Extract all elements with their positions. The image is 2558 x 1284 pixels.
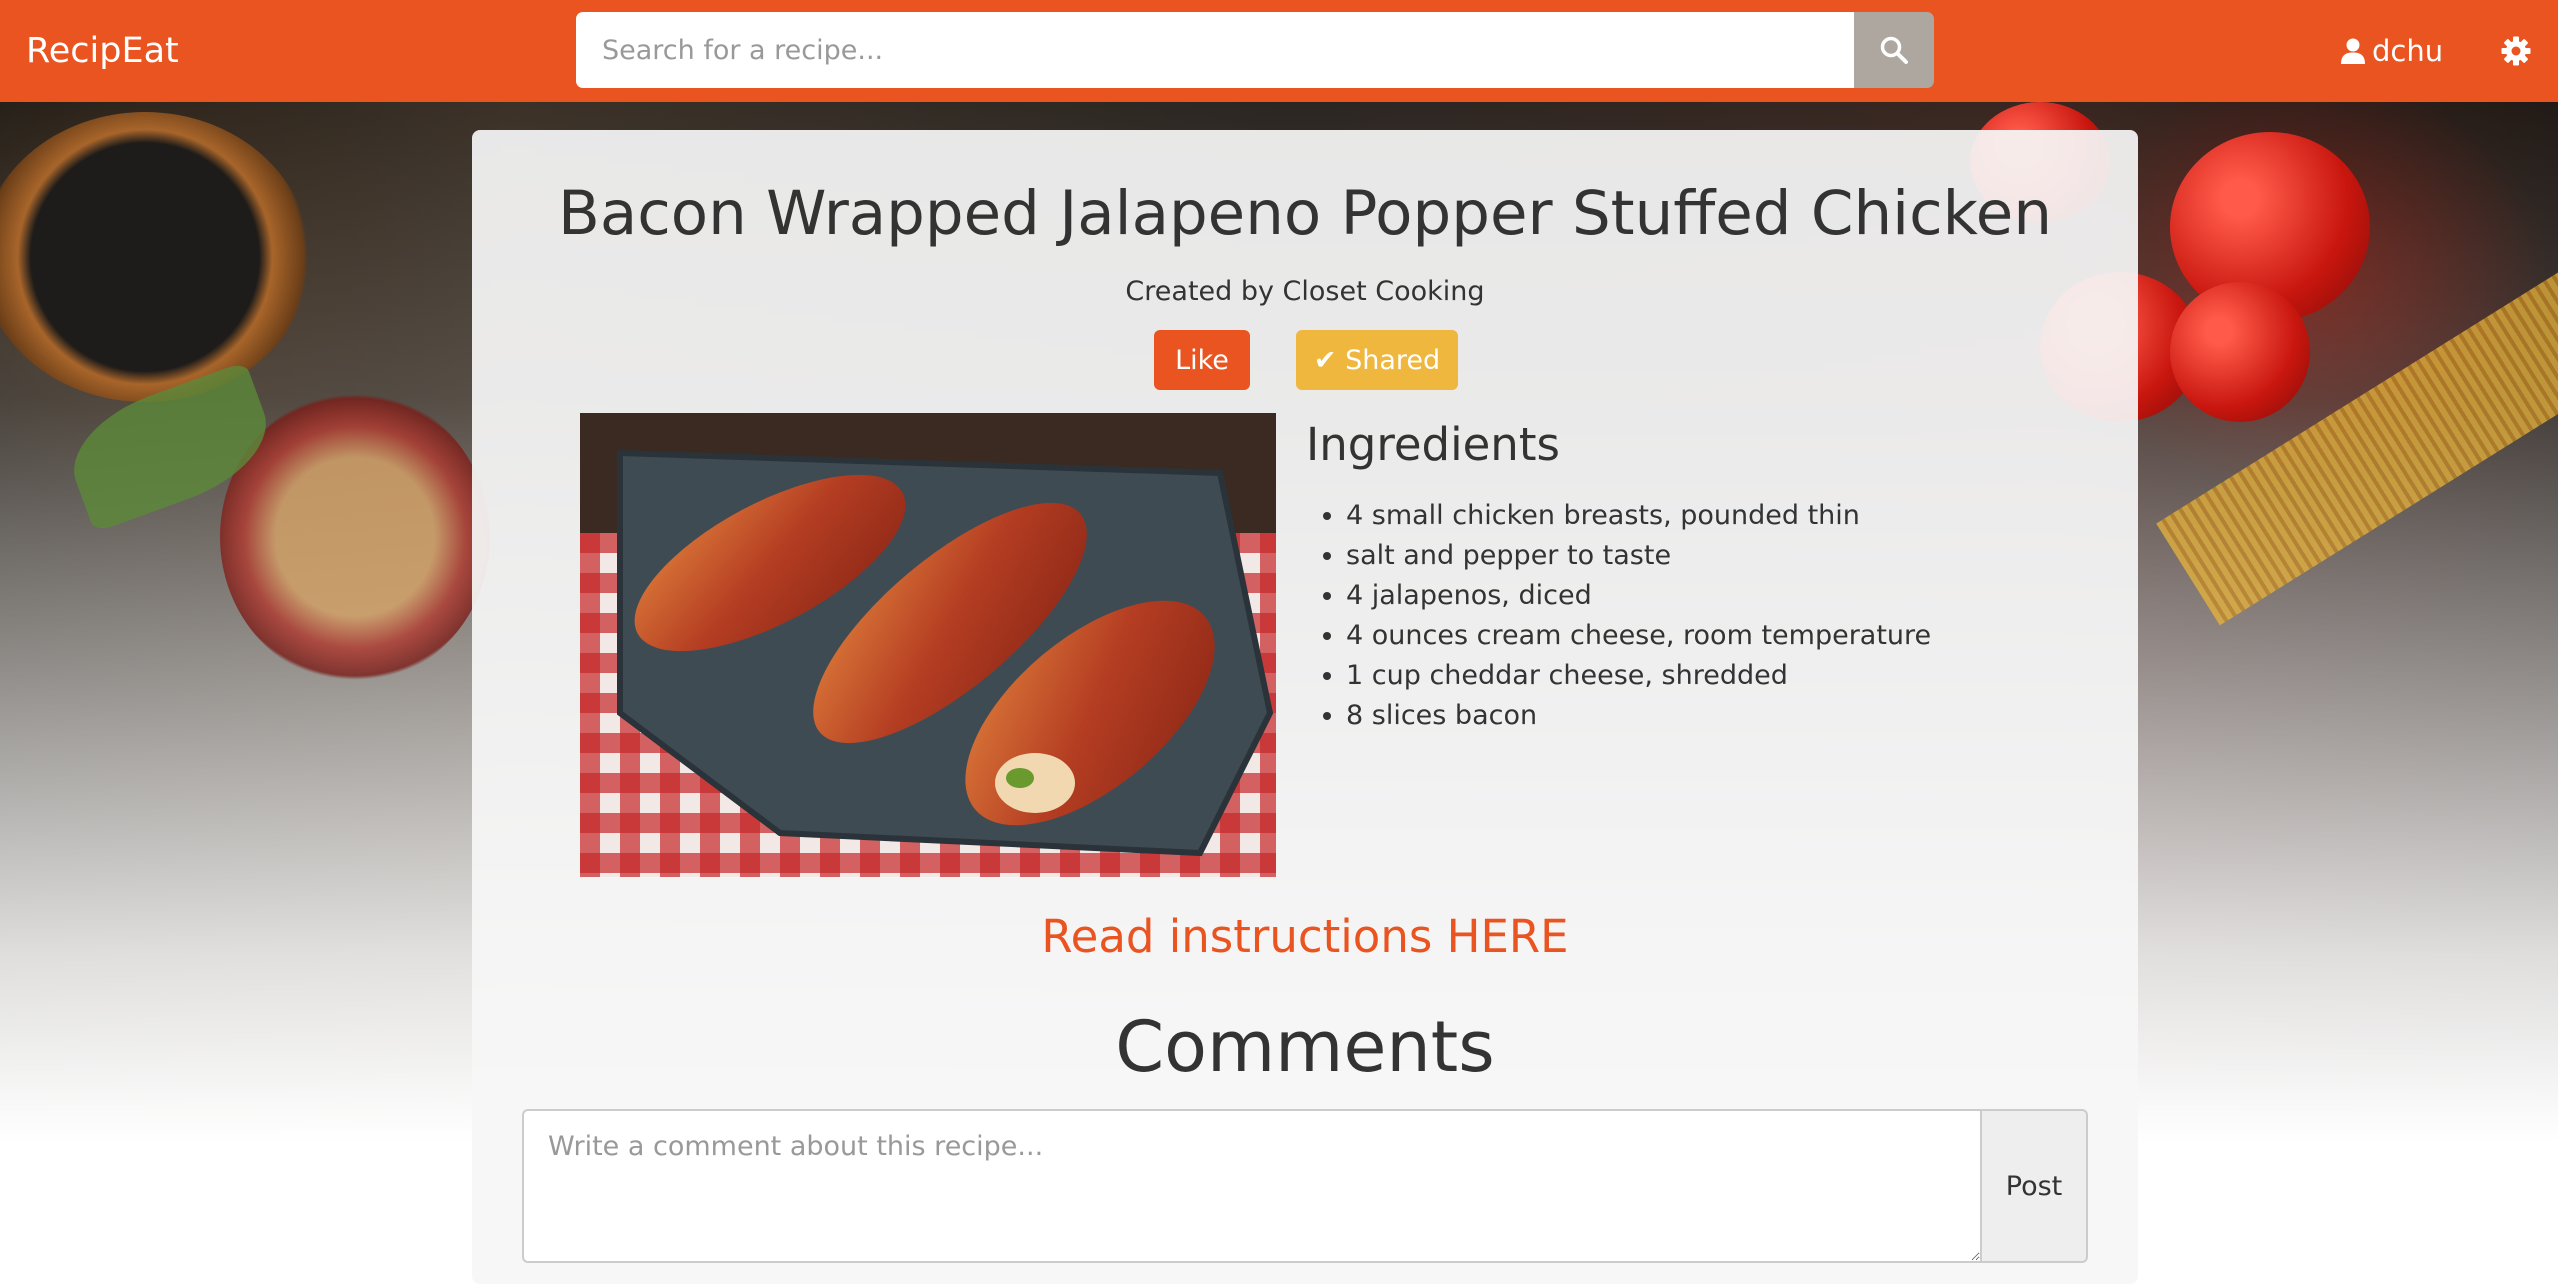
comment-textarea[interactable] [522,1109,1980,1263]
comments-heading: Comments [1115,1006,1495,1088]
recipe-image [580,413,1276,877]
like-button[interactable]: Like [1154,330,1250,390]
ingredient-item: 8 slices bacon [1346,696,1931,736]
post-button[interactable]: Post [1980,1109,2088,1263]
ingredient-item: 4 ounces cream cheese, room temperature [1346,616,1931,656]
ingredient-item: salt and pepper to taste [1346,536,1931,576]
search-button[interactable] [1854,12,1934,88]
navbar: RecipEat dchu [0,0,2558,102]
tomato [2170,282,2310,422]
search-input[interactable] [576,12,1854,88]
ingredient-item: 4 small chicken breasts, pounded thin [1346,496,1931,536]
user-icon [2341,38,2365,64]
ingredients-heading: Ingredients [1306,418,1560,471]
ingredients-list: 4 small chicken breasts, pounded thin sa… [1306,496,1931,736]
search-icon [1880,36,1908,64]
search-bar [576,12,1934,88]
seed-bowl [0,112,310,402]
recipe-title: Bacon Wrapped Jalapeno Popper Stuffed Ch… [558,178,2052,249]
gear-icon [2501,36,2531,66]
brand-logo[interactable]: RecipEat [26,26,179,76]
shared-button[interactable]: ✔ Shared [1296,330,1458,390]
instructions-link[interactable]: Read instructions HERE [472,910,2138,963]
ingredient-item: 4 jalapenos, diced [1346,576,1931,616]
ingredient-item: 1 cup cheddar cheese, shredded [1346,656,1931,696]
settings-button[interactable] [2496,26,2536,76]
recipe-creator: Created by Closet Cooking [1125,276,1485,307]
user-menu[interactable]: dchu [2340,26,2443,76]
username: dchu [2372,34,2444,68]
comment-form: Post [522,1109,2088,1263]
